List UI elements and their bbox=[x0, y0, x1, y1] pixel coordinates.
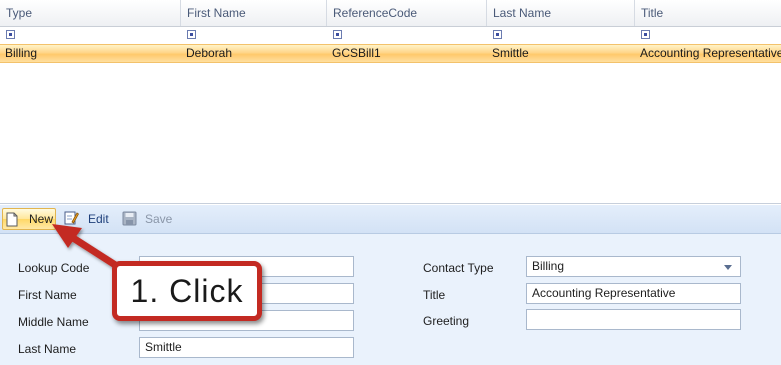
callout-text: 1. Click bbox=[130, 273, 244, 309]
tutorial-callout: 1. Click bbox=[112, 261, 262, 321]
